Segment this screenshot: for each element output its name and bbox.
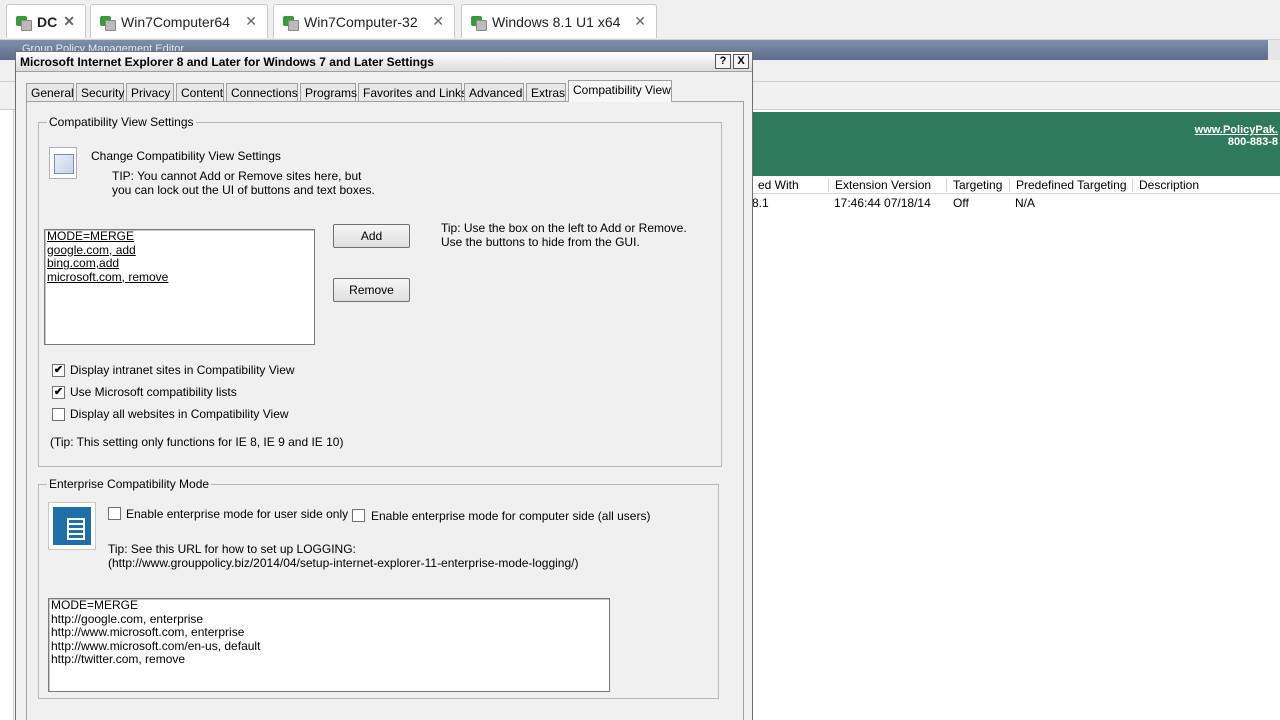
cell-extension-version: 17:46:44 07/18/14: [834, 196, 931, 210]
list-item: microsoft.com, remove: [47, 269, 169, 284]
all-websites-checkbox-label: Display all websites in Compatibility Vi…: [70, 407, 289, 421]
tab-content[interactable]: Content: [176, 83, 224, 102]
enterprise-compat-group: Enterprise Compatibility Mode Enable ent…: [38, 477, 719, 699]
intranet-checkbox[interactable]: ✔: [52, 364, 65, 377]
compat-tip-line2: you can lock out the UI of buttons and t…: [112, 183, 375, 197]
enterprise-user-label: Enable enterprise mode for user side onl…: [126, 507, 349, 521]
all-websites-checkbox[interactable]: [52, 408, 65, 421]
vm-tab-label: Windows 8.1 U1 x64: [492, 13, 621, 30]
dialog-title: Microsoft Internet Explorer 8 and Later …: [20, 55, 434, 69]
compatibility-view-settings-group: Compatibility View Settings Change Compa…: [38, 115, 722, 467]
tab-security[interactable]: Security: [76, 83, 124, 102]
close-icon[interactable]: ✕: [245, 13, 257, 30]
cell-predefined-targeting: N/A: [1015, 196, 1036, 210]
add-button[interactable]: Add: [333, 224, 410, 248]
vm-tab-win7computer-32[interactable]: Win7Computer-32 ✕: [273, 4, 455, 38]
group-title: Compatibility View Settings: [47, 115, 196, 129]
compat-footnote: (Tip: This setting only functions for IE…: [50, 435, 344, 449]
enterprise-computer-checkbox[interactable]: [352, 509, 365, 522]
ms-lists-checkbox-label: Use Microsoft compatibility lists: [70, 385, 237, 399]
ie-settings-dialog: Microsoft Internet Explorer 8 and Later …: [15, 51, 753, 720]
enterprise-building-icon: [48, 502, 96, 550]
vm-icon: [470, 14, 487, 31]
intranet-checkbox-label: Display intranet sites in Compatibility …: [70, 363, 295, 377]
column-header-predefined-targeting[interactable]: Predefined Targeting: [1009, 178, 1127, 192]
list-item: http://www.microsoft.com, enterprise: [51, 625, 245, 639]
side-tip-line1: Tip: Use the box on the left to Add or R…: [441, 221, 687, 235]
tab-advanced[interactable]: Advanced: [464, 83, 524, 102]
vm-tab-label: DC: [37, 13, 58, 30]
enterprise-user-checkbox[interactable]: [108, 507, 121, 520]
column-header-created-with[interactable]: ed With: [752, 178, 799, 192]
tab-compatibility-view[interactable]: Compatibility View: [568, 80, 672, 102]
column-header-targeting[interactable]: Targeting: [946, 178, 1002, 192]
vm-tab-label: Win7Computer64: [121, 13, 230, 30]
vm-tab-label: Win7Computer-32: [304, 13, 418, 30]
list-item: http://www.microsoft.com/en-us, default: [51, 638, 261, 653]
banner-url[interactable]: www.PolicyPak.: [1195, 124, 1278, 136]
tab-connections[interactable]: Connections: [226, 83, 298, 102]
vm-icon: [15, 14, 32, 31]
compatibility-view-icon: [49, 147, 77, 179]
close-icon[interactable]: ✕: [63, 13, 75, 30]
close-icon[interactable]: ✕: [634, 13, 646, 30]
vm-tab-bar: DC ✕ Win7Computer64 ✕ Win7Computer-32 ✕ …: [0, 0, 1280, 40]
enterprise-computer-label: Enable enterprise mode for computer side…: [371, 509, 651, 523]
ms-lists-checkbox[interactable]: ✔: [52, 386, 65, 399]
tab-favorites-and-links[interactable]: Favorites and Links: [358, 83, 467, 102]
list-item: bing.com,add: [47, 256, 120, 270]
tree-pane: [0, 110, 14, 720]
details-pane: www.PolicyPak. 800-883-8 ed With Extensi…: [752, 110, 1280, 720]
list-item: http://google.com, enterprise: [51, 611, 204, 626]
compat-sites-textbox[interactable]: MODE=MERGE google.com, add bing.com,add …: [44, 229, 315, 345]
close-icon[interactable]: ✕: [432, 13, 444, 30]
vm-tab-dc[interactable]: DC ✕: [6, 4, 86, 38]
list-item: MODE=MERGE: [47, 229, 135, 243]
compat-tip-line1: TIP: You cannot Add or Remove sites here…: [112, 169, 362, 183]
enterprise-sites-textbox[interactable]: MODE=MERGE http://google.com, enterprise…: [48, 598, 610, 692]
column-header: ed With Extension Version Targeting Pred…: [752, 176, 1280, 194]
dialog-title-bar: Microsoft Internet Explorer 8 and Later …: [16, 52, 752, 72]
help-button[interactable]: ?: [715, 54, 731, 69]
policypak-banner: www.PolicyPak. 800-883-8: [752, 112, 1280, 176]
cell-created-with: 8.1: [752, 196, 769, 210]
tab-privacy[interactable]: Privacy: [126, 83, 174, 102]
vm-tab-win7computer64[interactable]: Win7Computer64 ✕: [90, 4, 268, 38]
vm-tab-windows81[interactable]: Windows 8.1 U1 x64 ✕: [461, 4, 657, 38]
cell-targeting: Off: [953, 196, 969, 210]
side-tip-line2: Use the buttons to hide from the GUI.: [441, 235, 640, 249]
list-item: google.com, add: [47, 242, 136, 257]
vm-icon: [99, 14, 116, 31]
window-control[interactable]: [1268, 40, 1280, 60]
compatibility-view-panel: Compatibility View Settings Change Compa…: [26, 101, 744, 720]
vm-icon: [282, 14, 299, 31]
compat-heading: Change Compatibility View Settings: [91, 149, 281, 163]
remove-button[interactable]: Remove: [333, 278, 410, 302]
banner-phone: 800-883-8: [1227, 136, 1278, 148]
tab-general[interactable]: General: [26, 83, 74, 102]
group-title: Enterprise Compatibility Mode: [47, 477, 212, 491]
column-header-description[interactable]: Description: [1132, 178, 1199, 192]
logging-tip-url: (http://www.grouppolicy.biz/2014/04/setu…: [108, 556, 579, 570]
list-item: http://twitter.com, remove: [51, 652, 186, 666]
close-button[interactable]: X: [733, 54, 749, 69]
list-item: MODE=MERGE: [51, 598, 139, 612]
tab-programs[interactable]: Programs: [300, 83, 357, 102]
tab-extras[interactable]: Extras: [526, 83, 566, 102]
logging-tip-line1: Tip: See this URL for how to set up LOGG…: [108, 542, 356, 556]
column-header-extension-version[interactable]: Extension Version: [828, 178, 931, 192]
